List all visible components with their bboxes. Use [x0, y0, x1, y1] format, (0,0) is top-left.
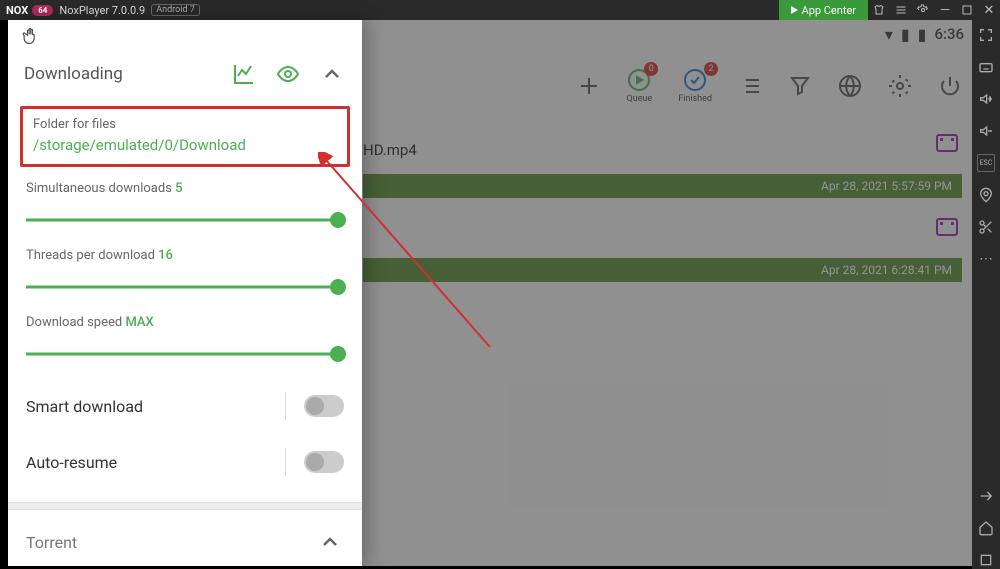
speed-label: Download speed MAX: [26, 315, 344, 330]
folder-path: /storage/emulated/0/Download: [33, 136, 337, 154]
logo-text: NOX: [6, 4, 28, 17]
scissors-icon[interactable]: [977, 218, 995, 236]
simultaneous-setting: Simultaneous downloads 5: [8, 177, 362, 244]
chevron-up-icon[interactable]: [316, 528, 344, 556]
speed-slider[interactable]: [26, 344, 344, 364]
play-icon: [791, 6, 798, 14]
smart-download-switch[interactable]: [304, 395, 344, 417]
speed-setting: Download speed MAX: [8, 311, 362, 378]
recents-icon[interactable]: [977, 551, 995, 569]
simultaneous-value: 5: [175, 181, 182, 196]
menu-icon[interactable]: [890, 4, 912, 16]
emulator-right-dock: ESC ⋯: [972, 20, 1000, 569]
settings-panel: Downloading Folder for files /storage/em…: [8, 20, 362, 566]
location-icon[interactable]: [977, 186, 995, 204]
switch-divider: [285, 392, 286, 420]
maximize-icon[interactable]: [956, 4, 978, 16]
emulator-screen: ▾ ▮ ▮ 6:36 0 Queue 2 Finished HD.m: [8, 20, 972, 566]
auto-resume-row: Auto-resume: [8, 434, 362, 490]
torrent-section-header[interactable]: Torrent: [8, 510, 362, 566]
home-icon[interactable]: [977, 519, 995, 537]
modal-dim[interactable]: [362, 20, 972, 566]
threads-slider[interactable]: [26, 277, 344, 297]
more-icon[interactable]: ⋯: [977, 250, 995, 268]
threads-setting: Threads per download 16: [8, 244, 362, 311]
threads-label: Threads per download 16: [26, 248, 344, 263]
keyboard-icon[interactable]: [977, 58, 995, 76]
downloading-section-header[interactable]: Downloading: [8, 48, 362, 100]
esc-icon[interactable]: ESC: [977, 154, 995, 172]
chevron-up-icon[interactable]: [318, 60, 346, 88]
torrent-title: Torrent: [26, 533, 300, 552]
chart-icon[interactable]: [230, 60, 258, 88]
back-icon[interactable]: [977, 487, 995, 505]
smart-download-label: Smart download: [26, 397, 285, 416]
folder-setting[interactable]: Folder for files /storage/emulated/0/Dow…: [20, 106, 350, 167]
app-name: NoxPlayer 7.0.0.9: [59, 4, 145, 17]
eye-icon[interactable]: [274, 60, 302, 88]
window-titlebar: NOX 64 NoxPlayer 7.0.0.9 Android 7 App C…: [0, 0, 1000, 20]
threads-value: 16: [158, 248, 173, 263]
folder-label: Folder for files: [33, 117, 337, 132]
volume-up-icon[interactable]: [977, 90, 995, 108]
auto-resume-switch[interactable]: [304, 451, 344, 473]
android-badge: Android 7: [151, 4, 200, 16]
smart-download-row: Smart download: [8, 378, 362, 434]
simultaneous-label: Simultaneous downloads 5: [26, 181, 344, 196]
section-divider: [8, 502, 362, 510]
auto-resume-label: Auto-resume: [26, 453, 285, 472]
app-center-button[interactable]: App Center: [779, 0, 868, 20]
fullscreen-icon[interactable]: [977, 26, 995, 44]
downloading-title: Downloading: [24, 64, 214, 84]
minimize-icon[interactable]: —: [934, 3, 956, 18]
app-center-label: App Center: [802, 4, 856, 17]
close-icon[interactable]: ✕: [978, 3, 1000, 18]
switch-divider: [285, 448, 286, 476]
version-badge: 64: [32, 5, 53, 16]
volume-down-icon[interactable]: [977, 122, 995, 140]
simultaneous-slider[interactable]: [26, 210, 344, 230]
gear-icon[interactable]: [912, 4, 934, 16]
speed-value: MAX: [125, 315, 153, 330]
shirt-icon[interactable]: [868, 4, 890, 16]
